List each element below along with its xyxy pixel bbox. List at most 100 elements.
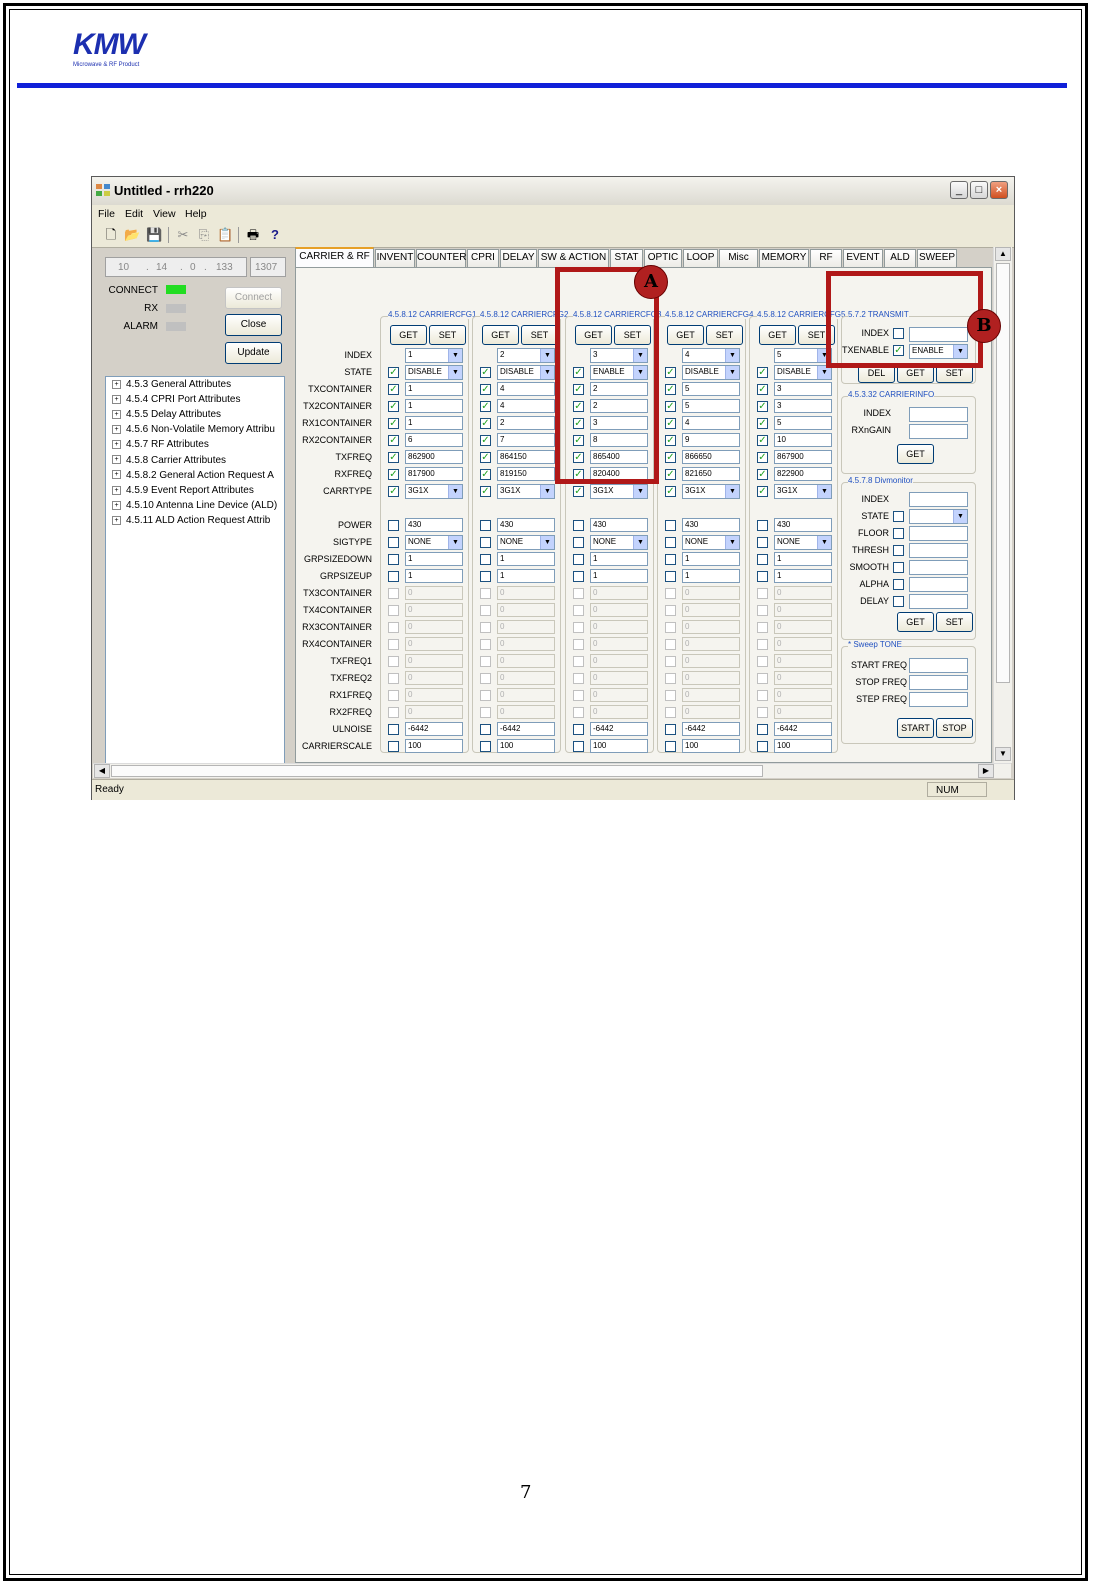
row-checkbox[interactable]: [480, 724, 491, 735]
sigtype-select[interactable]: NONE ▼: [682, 535, 740, 550]
row-checkbox[interactable]: ✓: [757, 486, 768, 497]
rx2-field[interactable]: 10: [774, 433, 832, 447]
row-checkbox[interactable]: ✓: [388, 469, 399, 480]
help-icon[interactable]: ?: [267, 227, 283, 243]
ulnoise-field[interactable]: -6442: [682, 722, 740, 736]
tab-memory[interactable]: MEMORY: [759, 249, 809, 267]
tab-counter[interactable]: COUNTER: [416, 249, 466, 267]
title-bar[interactable]: Untitled - rrh220 _ □ ×: [92, 177, 1014, 206]
menu-help[interactable]: Help: [185, 208, 207, 220]
row-checkbox[interactable]: ✓: [388, 435, 399, 446]
row-checkbox[interactable]: ✓: [480, 401, 491, 412]
chevron-down-icon[interactable]: ▼: [540, 366, 554, 379]
row-checkbox[interactable]: [388, 520, 399, 531]
tab-sweep[interactable]: SWEEP: [917, 249, 957, 267]
menu-file[interactable]: File: [98, 208, 115, 220]
tx-field[interactable]: 1: [405, 382, 463, 396]
expand-icon[interactable]: +: [112, 410, 121, 420]
set-button[interactable]: SET: [521, 325, 558, 345]
scroll-down-icon[interactable]: ▼: [995, 747, 1011, 761]
sweep-step-freq-field[interactable]: [909, 692, 968, 707]
row-checkbox[interactable]: [388, 554, 399, 565]
row-checkbox[interactable]: [480, 537, 491, 548]
row-checkbox[interactable]: [665, 571, 676, 582]
tx2-field[interactable]: 4: [497, 399, 555, 413]
row-checkbox[interactable]: ✓: [480, 418, 491, 429]
ulnoise-field[interactable]: -6442: [590, 722, 648, 736]
sweep-stop-button[interactable]: STOP: [936, 718, 973, 738]
sweep-stop-freq-field[interactable]: [909, 675, 968, 690]
grpup-field[interactable]: 1: [774, 569, 832, 583]
ip-address-input[interactable]: 10 . 14 . 0 . 133: [105, 257, 247, 277]
chevron-down-icon[interactable]: ▼: [725, 366, 739, 379]
tree-item[interactable]: +4.5.7 RF Attributes: [112, 439, 209, 450]
row-checkbox[interactable]: [480, 741, 491, 752]
port-input[interactable]: 1307: [250, 257, 286, 277]
index-select[interactable]: 4 ▼: [682, 348, 740, 363]
row-checkbox[interactable]: [757, 537, 768, 548]
rx1-field[interactable]: 5: [774, 416, 832, 430]
row-checkbox[interactable]: ✓: [665, 401, 676, 412]
row-checkbox[interactable]: ✓: [757, 469, 768, 480]
row-checkbox[interactable]: ✓: [388, 384, 399, 395]
state-select[interactable]: DISABLE ▼: [682, 365, 740, 380]
row-checkbox[interactable]: ✓: [665, 367, 676, 378]
power-field[interactable]: 430: [590, 518, 648, 532]
power-field[interactable]: 430: [497, 518, 555, 532]
row-checkbox[interactable]: ✓: [665, 384, 676, 395]
ulnoise-field[interactable]: -6442: [405, 722, 463, 736]
chevron-down-icon[interactable]: ▼: [448, 536, 462, 549]
scale-field[interactable]: 100: [682, 739, 740, 753]
carrtype-select[interactable]: 3G1X ▼: [682, 484, 740, 499]
row-checkbox[interactable]: [388, 537, 399, 548]
close-button[interactable]: Close: [225, 314, 282, 336]
row-checkbox[interactable]: [573, 571, 584, 582]
new-file-icon[interactable]: 🗋: [103, 227, 119, 243]
tab-invent[interactable]: INVENT: [375, 249, 415, 267]
expand-icon[interactable]: +: [112, 425, 121, 435]
divmonitor-state-checkbox[interactable]: [893, 511, 904, 522]
attribute-tree[interactable]: +4.5.3 General Attributes +4.5.4 CPRI Por…: [105, 376, 285, 766]
rxfreq-field[interactable]: 821650: [682, 467, 740, 481]
chevron-down-icon[interactable]: ▼: [725, 485, 739, 498]
chevron-down-icon[interactable]: ▼: [540, 485, 554, 498]
scroll-up-icon[interactable]: ▲: [995, 247, 1011, 261]
row-checkbox[interactable]: ✓: [757, 401, 768, 412]
row-checkbox[interactable]: ✓: [757, 367, 768, 378]
carrtype-select[interactable]: 3G1X ▼: [497, 484, 555, 499]
tab-stat[interactable]: STAT: [610, 249, 643, 267]
tx2-field[interactable]: 3: [774, 399, 832, 413]
chevron-down-icon[interactable]: ▼: [448, 349, 462, 362]
row-checkbox[interactable]: ✓: [480, 452, 491, 463]
expand-icon[interactable]: +: [112, 470, 121, 480]
divmonitor-alpha-field[interactable]: [909, 577, 968, 592]
grpup-field[interactable]: 1: [497, 569, 555, 583]
grpdown-field[interactable]: 1: [774, 552, 832, 566]
rx1-field[interactable]: 4: [682, 416, 740, 430]
txfreq-field[interactable]: 866650: [682, 450, 740, 464]
grpdown-field[interactable]: 1: [405, 552, 463, 566]
txfreq-field[interactable]: 867900: [774, 450, 832, 464]
expand-icon[interactable]: +: [112, 500, 121, 510]
rx2-field[interactable]: 9: [682, 433, 740, 447]
row-checkbox[interactable]: ✓: [757, 418, 768, 429]
rx1-field[interactable]: 1: [405, 416, 463, 430]
chevron-down-icon[interactable]: ▼: [953, 510, 967, 523]
row-checkbox[interactable]: ✓: [388, 452, 399, 463]
update-button[interactable]: Update: [225, 342, 282, 364]
scale-field[interactable]: 100: [497, 739, 555, 753]
row-checkbox[interactable]: ✓: [665, 469, 676, 480]
maximize-button[interactable]: □: [970, 181, 988, 199]
row-checkbox[interactable]: [573, 537, 584, 548]
tree-item[interactable]: +4.5.11 ALD Action Request Attrib: [112, 515, 270, 526]
rxfreq-field[interactable]: 822900: [774, 467, 832, 481]
row-checkbox[interactable]: ✓: [757, 384, 768, 395]
divmonitor-state-select[interactable]: ▼: [909, 509, 968, 524]
row-checkbox[interactable]: ✓: [388, 401, 399, 412]
get-button[interactable]: GET: [667, 325, 704, 345]
ulnoise-field[interactable]: -6442: [774, 722, 832, 736]
row-checkbox[interactable]: [388, 741, 399, 752]
row-checkbox[interactable]: ✓: [388, 367, 399, 378]
chevron-down-icon[interactable]: ▼: [725, 349, 739, 362]
row-checkbox[interactable]: ✓: [480, 486, 491, 497]
